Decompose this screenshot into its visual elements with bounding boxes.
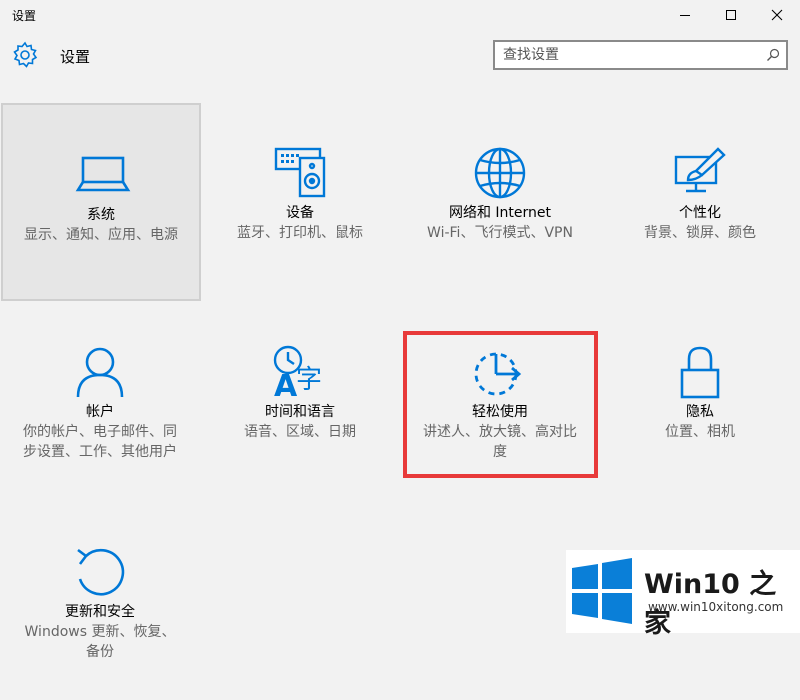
watermark: Win10 之家 www.win10xitong.com bbox=[566, 550, 800, 639]
tile-update-security-desc: Windows 更新、恢复、备份 bbox=[24, 624, 176, 660]
minimize-icon bbox=[680, 15, 690, 16]
search-box[interactable] bbox=[493, 40, 788, 70]
globe-icon bbox=[472, 145, 528, 201]
tile-update-security[interactable]: 更新和安全 Windows 更新、恢复、备份 bbox=[0, 502, 200, 700]
tile-time-language-desc: 语音、区域、日期 bbox=[244, 424, 356, 440]
tile-devices-name: 设备 bbox=[286, 205, 314, 221]
tile-system-name: 系统 bbox=[87, 207, 115, 223]
windows-logo-icon bbox=[572, 558, 632, 624]
tile-ease-of-access-desc: 讲述人、放大镜、高对比度 bbox=[423, 424, 577, 460]
tile-devices-desc: 蓝牙、打印机、鼠标 bbox=[237, 225, 363, 241]
close-icon bbox=[771, 9, 783, 21]
search-icon[interactable] bbox=[766, 48, 780, 62]
tile-system[interactable]: 系统 显示、通知、应用、电源 bbox=[1, 103, 201, 301]
tile-network-desc: Wi-Fi、飞行模式、VPN bbox=[427, 225, 573, 241]
tile-privacy[interactable]: 隐私 位置、相机 bbox=[600, 302, 800, 500]
title-bar: 设置 bbox=[0, 0, 800, 30]
maximize-button[interactable] bbox=[708, 0, 754, 30]
letter-a-glyph: A bbox=[274, 369, 298, 400]
page-title: 设置 bbox=[60, 48, 91, 66]
tile-accounts[interactable]: 帐户 你的帐户、电子邮件、同步设置、工作、其他用户 bbox=[0, 302, 200, 500]
maximize-icon bbox=[726, 10, 736, 20]
close-button[interactable] bbox=[754, 0, 800, 30]
tile-update-security-name: 更新和安全 bbox=[65, 604, 135, 620]
clock-language-icon: A 字 bbox=[272, 344, 328, 400]
tile-accounts-name: 帐户 bbox=[86, 404, 114, 420]
tile-system-desc: 显示、通知、应用、电源 bbox=[24, 227, 178, 243]
window-title: 设置 bbox=[12, 9, 37, 23]
update-icon bbox=[72, 544, 128, 600]
tile-ease-of-access-name: 轻松使用 bbox=[472, 404, 528, 420]
tile-personalization-desc: 背景、锁屏、颜色 bbox=[644, 225, 756, 241]
paintbrush-monitor-icon bbox=[672, 145, 728, 201]
laptop-icon bbox=[75, 147, 131, 203]
lock-icon bbox=[672, 344, 728, 400]
tile-time-language[interactable]: A 字 时间和语言 语音、区域、日期 bbox=[200, 302, 400, 500]
tile-accounts-desc: 你的帐户、电子邮件、同步设置、工作、其他用户 bbox=[23, 424, 177, 460]
minimize-button[interactable] bbox=[662, 0, 708, 30]
tile-privacy-desc: 位置、相机 bbox=[665, 424, 735, 440]
person-icon bbox=[72, 344, 128, 400]
tile-ease-of-access[interactable]: 轻松使用 讲述人、放大镜、高对比度 bbox=[400, 302, 600, 500]
tile-network[interactable]: 网络和 Internet Wi-Fi、飞行模式、VPN bbox=[400, 103, 600, 301]
ease-of-access-icon bbox=[472, 344, 528, 400]
gear-icon bbox=[13, 41, 38, 68]
tile-time-language-name: 时间和语言 bbox=[265, 404, 335, 420]
tile-personalization[interactable]: 个性化 背景、锁屏、颜色 bbox=[600, 103, 800, 301]
tile-devices[interactable]: 设备 蓝牙、打印机、鼠标 bbox=[200, 103, 400, 301]
search-input[interactable] bbox=[503, 46, 753, 64]
tile-privacy-name: 隐私 bbox=[686, 404, 714, 420]
character-glyph: 字 bbox=[296, 365, 322, 395]
watermark-url: www.win10xitong.com bbox=[648, 600, 784, 614]
tile-personalization-name: 个性化 bbox=[679, 205, 721, 221]
keyboard-speaker-icon bbox=[272, 145, 328, 201]
tile-network-name: 网络和 Internet bbox=[448, 205, 552, 221]
